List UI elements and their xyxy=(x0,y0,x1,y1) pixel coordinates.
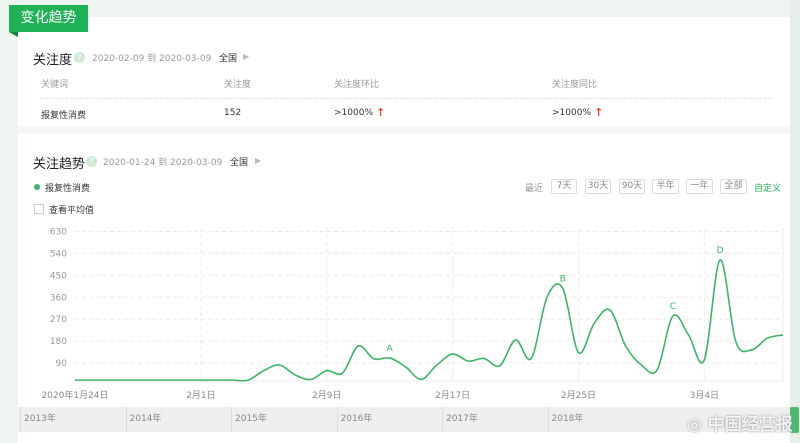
x-tick-label: 2月1日 xyxy=(186,390,215,401)
watermark-text: 中国经营报 xyxy=(707,415,793,435)
watermark: ◎ 中国经营报 xyxy=(687,410,793,435)
x-tick-label: 3月4日 xyxy=(690,390,719,401)
trend-chart: 90 180 270 360 450 540 630 2020年1月24日 2月1日 2月9日 2月… xyxy=(41,227,784,401)
x-tick-label: 2月17日 xyxy=(435,390,470,401)
x-tick-label: 2月9日 xyxy=(312,390,341,401)
annotation-label: C xyxy=(670,302,676,312)
timeline-year[interactable]: 2014年 xyxy=(125,407,161,432)
y-tick-label: 450 xyxy=(50,271,67,281)
timeline-year[interactable]: 2018年 xyxy=(547,407,583,432)
timeline-year[interactable]: 2015年 xyxy=(231,407,267,432)
timeline-year[interactable]: 2013年 xyxy=(20,407,56,432)
y-tick-label: 270 xyxy=(50,315,67,325)
y-tick-label: 630 xyxy=(50,227,67,237)
x-tick-label: 2月25日 xyxy=(561,390,596,401)
weibo-icon: ◎ xyxy=(687,415,702,435)
timeline-year[interactable]: 2016年 xyxy=(336,407,372,432)
timeline-year[interactable]: 2017年 xyxy=(442,407,478,432)
y-tick-label: 360 xyxy=(50,293,67,303)
y-tick-label: 540 xyxy=(50,249,67,259)
y-tick-label: 90 xyxy=(56,359,68,369)
annotation-label: D xyxy=(717,246,724,256)
y-tick-label: 180 xyxy=(50,337,67,347)
x-tick-label: 2020年1月24日 xyxy=(41,389,108,401)
annotation-label: B xyxy=(560,274,566,284)
annotation-label: A xyxy=(387,344,394,354)
